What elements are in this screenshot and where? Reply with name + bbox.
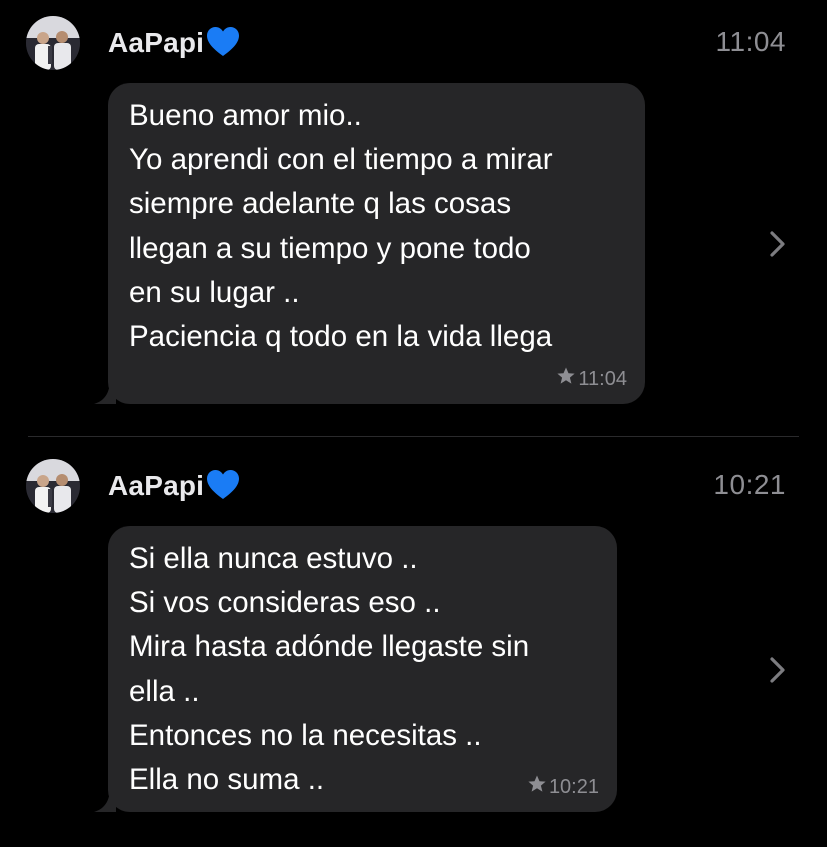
starred-message-item[interactable]: AaPapi 10:21 Si ella nunca estuvo .. Si … (0, 437, 827, 847)
message-text: Si ella nunca estuvo .. Si vos considera… (129, 537, 595, 802)
message-bubble[interactable]: Si ella nunca estuvo .. Si vos considera… (94, 526, 617, 812)
message-timestamp: 11:04 (556, 366, 627, 392)
message-text: Bueno amor mio.. Yo aprendi con el tiemp… (129, 94, 623, 359)
bubble-tail (94, 790, 116, 812)
message-line: en su lugar .. (129, 275, 300, 309)
message-line: Paciencia q todo en la vida llega (129, 320, 553, 354)
blue-heart-icon (206, 26, 240, 65)
starred-message-item[interactable]: AaPapi 11:04 Bueno amor mio.. Yo aprendi… (0, 0, 827, 437)
message-bubble[interactable]: Bueno amor mio.. Yo aprendi con el tiemp… (94, 83, 645, 404)
message-line: Yo aprendi con el tiempo a mirar (129, 143, 553, 177)
avatar (26, 459, 80, 513)
message-line: Ella no suma .. (129, 763, 325, 797)
message-line: Si vos consideras eso .. (129, 586, 441, 620)
bubble-tail (94, 382, 116, 404)
message-line: Bueno amor mio.. (129, 99, 362, 132)
sender-name: AaPapi (108, 26, 240, 65)
message-line: siempre adelante q las cosas (129, 187, 512, 221)
chevron-right-icon[interactable] (765, 229, 789, 264)
sender-name: AaPapi (108, 469, 240, 508)
message-line: ella .. (129, 674, 200, 708)
blue-heart-icon (206, 469, 240, 508)
message-line: llegan a su tiempo y pone todo (129, 231, 531, 265)
message-time: 11:04 (715, 26, 786, 57)
message-line: Si ella nunca estuvo .. (129, 542, 418, 575)
avatar (26, 16, 80, 70)
message-line: Entonces no la necesitas .. (129, 718, 482, 752)
star-icon (527, 774, 547, 800)
message-time: 10:21 (713, 469, 786, 500)
message-line: Mira hasta adónde llegaste sin (129, 630, 530, 664)
chevron-right-icon[interactable] (765, 655, 789, 690)
message-timestamp: 10:21 (527, 774, 599, 800)
star-icon (556, 366, 576, 392)
